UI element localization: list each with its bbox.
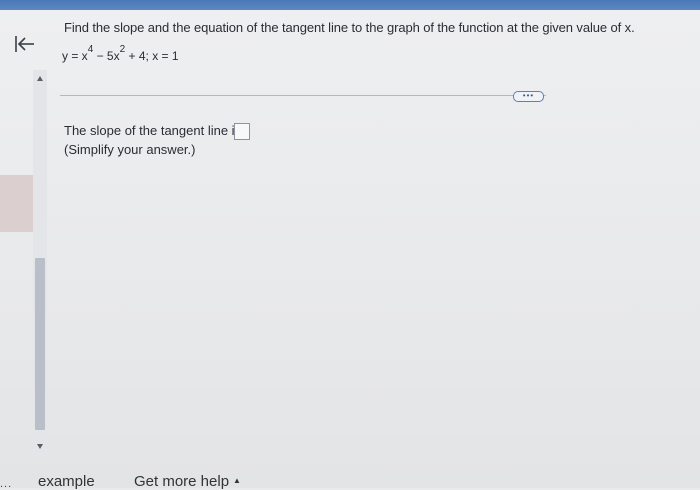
scrollbar-thumb[interactable] bbox=[35, 258, 45, 430]
caret-down-icon[interactable] bbox=[37, 444, 43, 449]
more-options-button[interactable]: ••• bbox=[513, 91, 544, 102]
equation-exponent: 4 bbox=[87, 44, 94, 55]
get-more-help-button[interactable]: Get more help ▲ bbox=[134, 473, 241, 490]
back-arrow-icon[interactable] bbox=[14, 33, 36, 55]
equation-part: − 5x bbox=[93, 49, 120, 63]
question-prompt: Find the slope and the equation of the t… bbox=[64, 20, 635, 35]
get-more-help-label: Get more help bbox=[134, 473, 230, 490]
caret-up-icon: ▲ bbox=[233, 476, 241, 485]
function-equation: y = x4 − 5x2 + 4; x = 1 bbox=[62, 44, 179, 63]
equation-part: y = x bbox=[62, 49, 88, 63]
rail-highlight bbox=[0, 175, 33, 232]
caret-up-icon[interactable] bbox=[37, 76, 43, 81]
slope-label: The slope of the tangent line is bbox=[64, 123, 242, 138]
question-panel bbox=[0, 10, 700, 488]
equation-part: + 4; x = 1 bbox=[125, 49, 179, 63]
slope-answer-input[interactable] bbox=[234, 123, 250, 140]
divider bbox=[60, 95, 546, 96]
simplify-hint: (Simplify your answer.) bbox=[64, 142, 196, 157]
footer-ellipsis: ... bbox=[0, 478, 13, 490]
top-banner bbox=[0, 0, 700, 10]
view-example-link[interactable]: example bbox=[38, 473, 95, 490]
equation-exponent: 2 bbox=[119, 44, 126, 55]
